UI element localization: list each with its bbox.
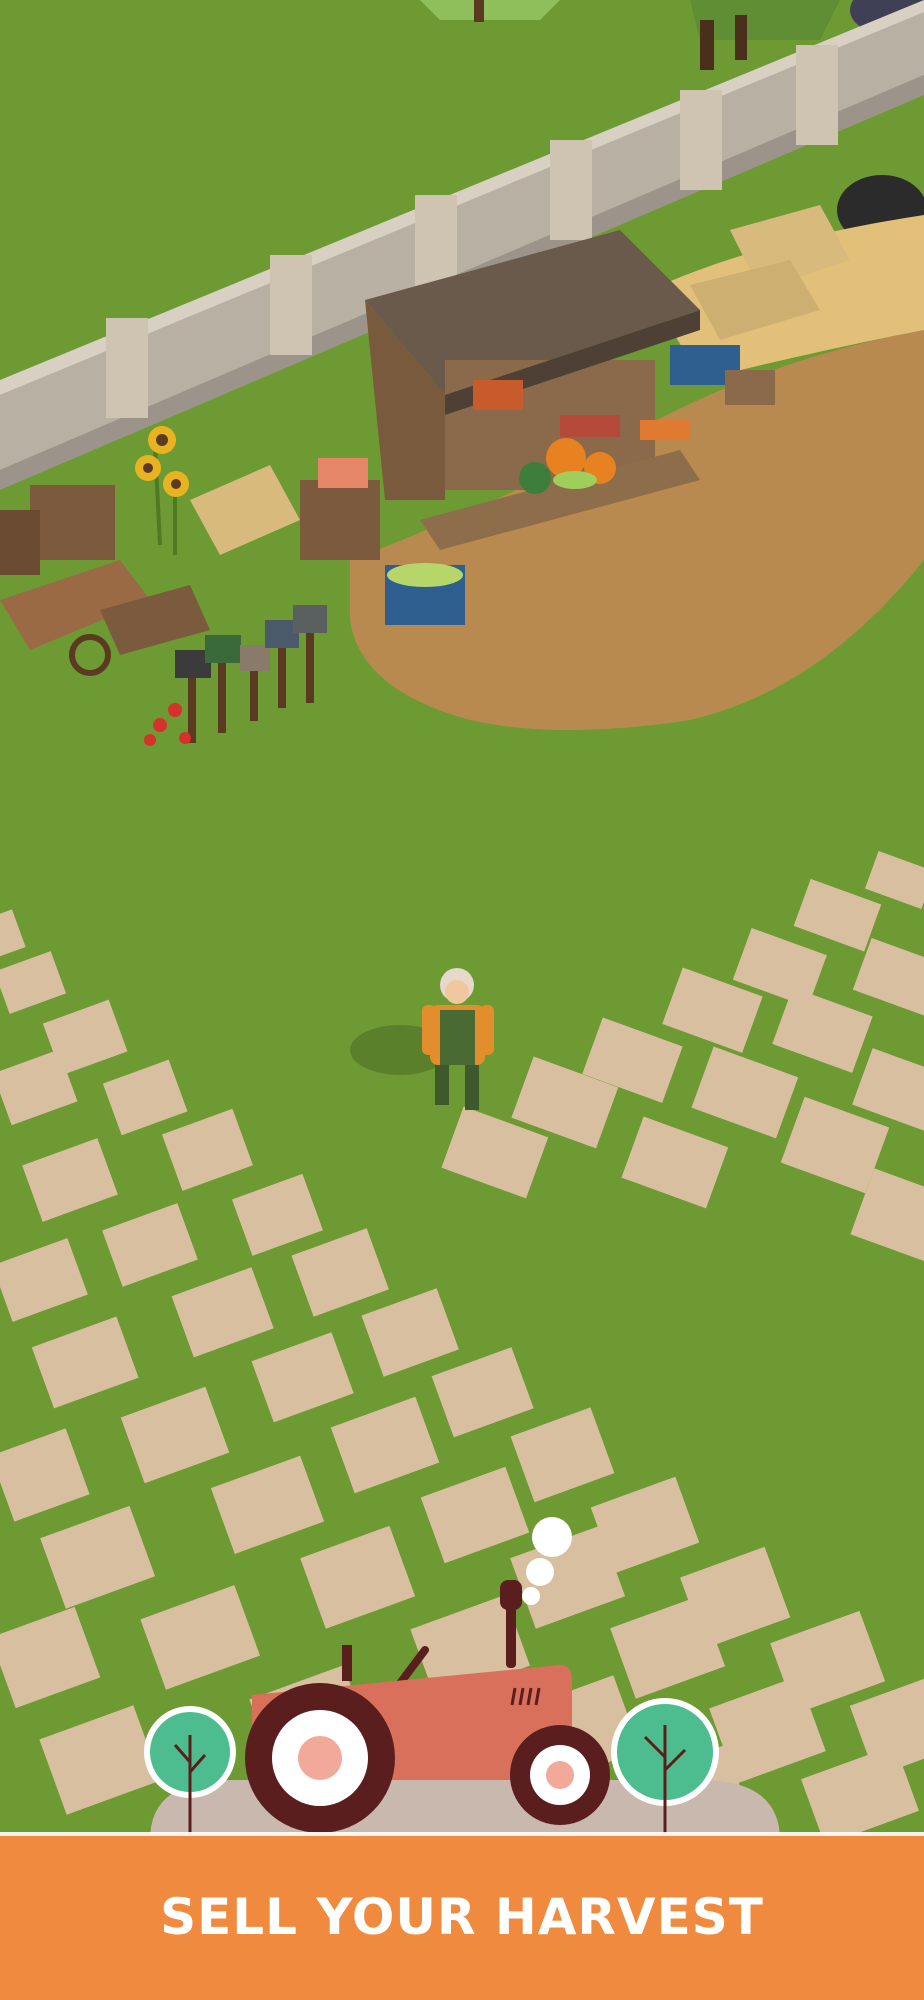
banner-title: SELL YOUR HARVEST bbox=[160, 1888, 764, 1946]
game-screen: SELL YOUR HARVEST bbox=[0, 0, 924, 2000]
promo-banner: SELL YOUR HARVEST bbox=[0, 1834, 924, 2000]
farm-scene bbox=[0, 0, 924, 2000]
